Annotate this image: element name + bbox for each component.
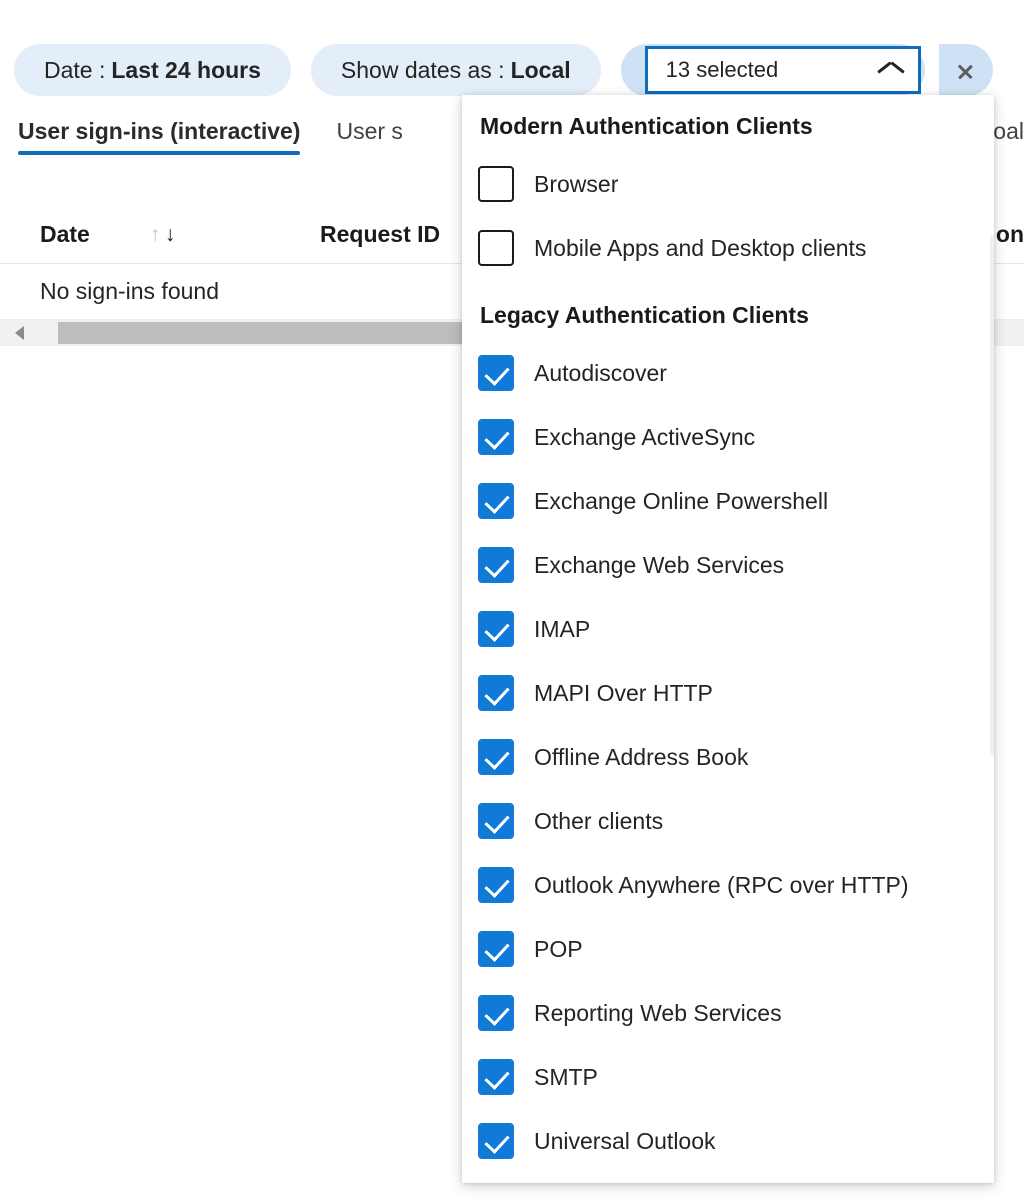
checkbox-checked-icon[interactable] bbox=[478, 995, 514, 1031]
client-app-dropdown-panel: Modern Authentication Clients Browser Mo… bbox=[462, 95, 994, 1183]
filter-bar-next-button[interactable] bbox=[939, 44, 993, 96]
dropdown-option-label: Exchange Web Services bbox=[534, 552, 784, 579]
client-app-combobox[interactable]: 13 selected bbox=[645, 46, 921, 94]
dropdown-option-exchange-web-services[interactable]: Exchange Web Services bbox=[462, 533, 994, 597]
dropdown-option-label: Mobile Apps and Desktop clients bbox=[534, 235, 866, 262]
checkbox-checked-icon[interactable] bbox=[478, 803, 514, 839]
dropdown-option-mobile-apps-and-desktop-clients[interactable]: Mobile Apps and Desktop clients bbox=[462, 216, 994, 280]
dropdown-option-label: Reporting Web Services bbox=[534, 1000, 782, 1027]
filter-pill-date-value: Last 24 hours bbox=[111, 57, 261, 84]
scroll-left-arrow-icon[interactable] bbox=[0, 320, 38, 345]
dropdown-option-other-clients[interactable]: Other clients bbox=[462, 789, 994, 853]
dropdown-option-exchange-activesync[interactable]: Exchange ActiveSync bbox=[462, 405, 994, 469]
checkbox-checked-icon[interactable] bbox=[478, 611, 514, 647]
chevron-up-icon bbox=[878, 62, 904, 78]
dropdown-option-label: Other clients bbox=[534, 808, 663, 835]
dropdown-option-label: Outlook Anywhere (RPC over HTTP) bbox=[534, 872, 909, 899]
checkbox-checked-icon[interactable] bbox=[478, 1059, 514, 1095]
dropdown-option-universal-outlook[interactable]: Universal Outlook bbox=[462, 1109, 994, 1173]
dropdown-option-smtp[interactable]: SMTP bbox=[462, 1045, 994, 1109]
sort-up-arrow-icon: ↑ bbox=[150, 224, 161, 245]
checkbox-unchecked-icon[interactable] bbox=[478, 230, 514, 266]
checkbox-checked-icon[interactable] bbox=[478, 739, 514, 775]
tab-managed-identities[interactable]: oal bbox=[993, 118, 1024, 155]
dropdown-option-label: Autodiscover bbox=[534, 360, 667, 387]
dropdown-option-label: Exchange Online Powershell bbox=[534, 488, 828, 515]
tab-user-sign-ins-interactive[interactable]: User sign-ins (interactive) bbox=[18, 118, 300, 155]
dropdown-option-label: POP bbox=[534, 936, 583, 963]
checkbox-checked-icon[interactable] bbox=[478, 931, 514, 967]
filter-pill-date-label: Date : bbox=[44, 57, 105, 84]
checkbox-checked-icon[interactable] bbox=[478, 355, 514, 391]
filter-pill-show-dates-as-label: Show dates as : bbox=[341, 57, 505, 84]
checkbox-checked-icon[interactable] bbox=[478, 675, 514, 711]
dropdown-option-label: IMAP bbox=[534, 616, 590, 643]
dropdown-option-label: Universal Outlook bbox=[534, 1128, 716, 1155]
dropdown-option-mapi-over-http[interactable]: MAPI Over HTTP bbox=[462, 661, 994, 725]
checkbox-checked-icon[interactable] bbox=[478, 867, 514, 903]
tab-label: oal bbox=[993, 118, 1024, 144]
filter-pill-client-app: 13 selected bbox=[621, 44, 925, 96]
filter-pill-show-dates-as-value: Local bbox=[511, 57, 571, 84]
tab-user-sign-ins-non-interactive[interactable]: User s bbox=[336, 118, 402, 155]
dropdown-option-pop[interactable]: POP bbox=[462, 917, 994, 981]
filter-pill-date[interactable]: Date : Last 24 hours bbox=[14, 44, 291, 96]
table-empty-message: No sign-ins found bbox=[40, 278, 219, 305]
checkbox-checked-icon[interactable] bbox=[478, 419, 514, 455]
tab-label: User sign-ins (interactive) bbox=[18, 118, 300, 144]
filter-bar: Date : Last 24 hours Show dates as : Loc… bbox=[0, 44, 1024, 96]
table-column-header-location-label: on bbox=[996, 221, 1024, 248]
table-column-header-date[interactable]: Date ↑ ↓ bbox=[40, 221, 320, 248]
sort-down-arrow-icon: ↓ bbox=[165, 224, 176, 245]
dropdown-option-label: Exchange ActiveSync bbox=[534, 424, 755, 451]
table-column-header-location[interactable]: on bbox=[996, 221, 1024, 248]
dropdown-option-label: Offline Address Book bbox=[534, 744, 748, 771]
table-column-header-date-label: Date bbox=[40, 221, 90, 248]
dropdown-group-title-modern: Modern Authentication Clients bbox=[462, 95, 994, 152]
tab-label: User s bbox=[336, 118, 402, 144]
table-column-header-request-id-label: Request ID bbox=[320, 221, 440, 248]
dropdown-option-outlook-anywhere[interactable]: Outlook Anywhere (RPC over HTTP) bbox=[462, 853, 994, 917]
dropdown-option-imap[interactable]: IMAP bbox=[462, 597, 994, 661]
dropdown-option-label: Browser bbox=[534, 171, 618, 198]
sign-in-logs-page: Date : Last 24 hours Show dates as : Loc… bbox=[0, 0, 1024, 1204]
chevron-right-icon bbox=[959, 57, 973, 83]
dropdown-option-offline-address-book[interactable]: Offline Address Book bbox=[462, 725, 994, 789]
triangle-left-icon bbox=[15, 326, 24, 340]
checkbox-checked-icon[interactable] bbox=[478, 483, 514, 519]
checkbox-checked-icon[interactable] bbox=[478, 547, 514, 583]
dropdown-option-autodiscover[interactable]: Autodiscover bbox=[462, 341, 994, 405]
dropdown-option-label: SMTP bbox=[534, 1064, 598, 1091]
dropdown-scrollbar[interactable] bbox=[990, 235, 994, 755]
filter-pill-show-dates-as[interactable]: Show dates as : Local bbox=[311, 44, 601, 96]
dropdown-option-browser[interactable]: Browser bbox=[462, 152, 994, 216]
checkbox-unchecked-icon[interactable] bbox=[478, 166, 514, 202]
dropdown-group-title-legacy: Legacy Authentication Clients bbox=[462, 280, 994, 341]
dropdown-option-reporting-web-services[interactable]: Reporting Web Services bbox=[462, 981, 994, 1045]
client-app-combobox-value: 13 selected bbox=[666, 59, 779, 81]
sort-ascending-descending-icon[interactable]: ↑ ↓ bbox=[150, 222, 184, 248]
dropdown-option-label: MAPI Over HTTP bbox=[534, 680, 713, 707]
checkbox-checked-icon[interactable] bbox=[478, 1123, 514, 1159]
dropdown-option-exchange-online-powershell[interactable]: Exchange Online Powershell bbox=[462, 469, 994, 533]
